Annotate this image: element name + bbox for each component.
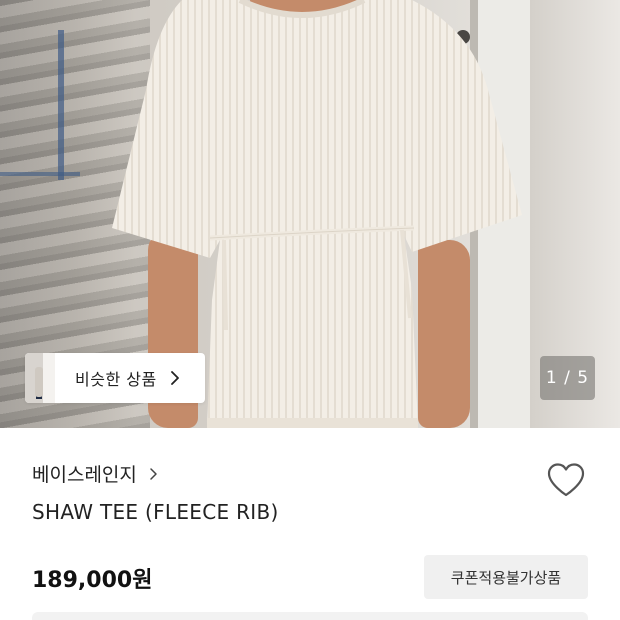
heart-outline-icon[interactable] [546,462,586,498]
brand-link[interactable]: 베이스레인지 [32,460,161,487]
image-page-indicator: 1 / 5 [540,356,595,400]
background-detail [58,30,64,180]
chevron-right-icon [150,467,157,480]
similar-products-label: 비슷한 상품 [75,370,157,389]
background-detail [0,172,80,176]
coupon-badge: 쿠폰적용불가상품 [424,555,588,599]
similar-product-thumbnail [25,353,55,403]
similar-products-button[interactable]: 비슷한 상품 [25,353,205,403]
chevron-right-icon [170,371,179,385]
product-price: 189,000원 [32,568,153,593]
product-title: SHAW TEE (FLEECE RIB) [32,500,279,524]
product-image-gallery[interactable]: 비슷한 상품 1 / 5 [0,0,620,428]
brand-name: 베이스레인지 [32,464,137,486]
section-divider [32,612,588,620]
